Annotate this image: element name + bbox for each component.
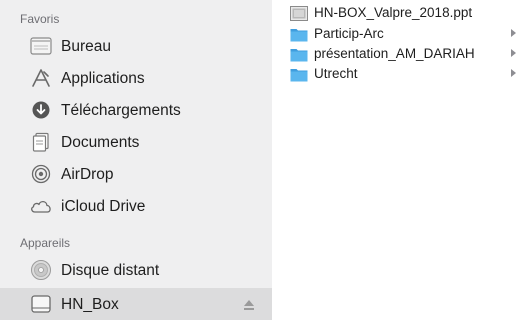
- sidebar: Favoris Bureau Applications Téléchargeme…: [0, 0, 272, 320]
- sidebar-item-label: Téléchargements: [61, 102, 181, 119]
- sidebar-item-label: Applications: [61, 70, 145, 87]
- file-row-ppt[interactable]: HN-BOX_Valpre_2018.ppt: [284, 4, 518, 23]
- drive-icon: [28, 293, 54, 315]
- sidebar-item-hn-box[interactable]: HN_Box: [0, 288, 272, 320]
- sidebar-item-documents[interactable]: Documents: [0, 126, 272, 158]
- downloads-icon: [28, 99, 54, 121]
- file-row-presentation-am-dariah[interactable]: présentation_AM_DARIAH: [284, 45, 518, 64]
- folder-icon: [290, 47, 308, 62]
- file-name: Utrecht: [314, 66, 358, 81]
- chevron-right-icon: [511, 29, 516, 37]
- sidebar-item-label: Disque distant: [61, 262, 160, 279]
- sidebar-item-applications[interactable]: Applications: [0, 62, 272, 94]
- sidebar-item-label: HN_Box: [61, 296, 119, 313]
- sidebar-item-airdrop[interactable]: AirDrop: [0, 158, 272, 190]
- sidebar-item-remote-disc[interactable]: Disque distant: [0, 254, 272, 286]
- sidebar-item-bureau[interactable]: Bureau: [0, 30, 272, 62]
- favorites-section-header: Favoris: [20, 12, 60, 26]
- sidebar-item-icloud[interactable]: iCloud Drive: [0, 190, 272, 222]
- sidebar-item-label: iCloud Drive: [61, 198, 146, 215]
- sidebar-item-label: Documents: [61, 134, 140, 151]
- file-row-utrecht[interactable]: Utrecht: [284, 65, 518, 84]
- icloud-icon: [28, 195, 54, 217]
- applications-icon: [28, 67, 54, 89]
- chevron-right-icon: [511, 49, 516, 57]
- remote-disc-icon: [28, 259, 54, 281]
- eject-icon[interactable]: [243, 298, 255, 310]
- presentation-file-icon: [290, 6, 308, 21]
- sidebar-item-label: AirDrop: [61, 166, 114, 183]
- airdrop-icon: [28, 163, 54, 185]
- file-name: HN-BOX_Valpre_2018.ppt: [314, 5, 473, 20]
- file-name: Particip-Arc: [314, 26, 384, 41]
- sidebar-item-label: Bureau: [61, 38, 111, 55]
- chevron-right-icon: [511, 69, 516, 77]
- file-name: présentation_AM_DARIAH: [314, 46, 475, 61]
- folder-icon: [290, 27, 308, 42]
- documents-icon: [28, 131, 54, 153]
- file-list: HN-BOX_Valpre_2018.ppt Particip-Arc prés…: [284, 0, 518, 320]
- folder-icon: [290, 67, 308, 82]
- desktop-icon: [28, 35, 54, 57]
- file-row-particip-arc[interactable]: Particip-Arc: [284, 25, 518, 44]
- devices-section-header: Appareils: [20, 236, 71, 250]
- sidebar-item-downloads[interactable]: Téléchargements: [0, 94, 272, 126]
